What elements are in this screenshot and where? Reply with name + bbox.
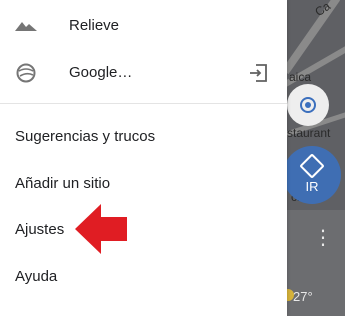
open-external-icon: [250, 64, 267, 82]
drawer-item-sugerencias[interactable]: Sugerencias y trucos: [0, 116, 287, 156]
map-label: aica: [289, 70, 312, 84]
drawer-divider: [0, 103, 287, 104]
drawer-item-ayuda[interactable]: Ayuda: [0, 256, 287, 296]
weather-temperature: 27°: [293, 289, 313, 304]
go-button-label: IR: [305, 179, 319, 194]
my-location-button[interactable]: [287, 84, 329, 126]
drawer-item-label: Añadir un sitio: [15, 175, 111, 192]
drawer-item-google-earth[interactable]: Google…: [0, 52, 287, 96]
drawer-item-label: Relieve: [69, 17, 120, 34]
drawer-item-anadir-sitio[interactable]: Añadir un sitio: [0, 162, 287, 202]
drawer-item-label: Ajustes: [15, 221, 65, 238]
drawer-item-label: Google…: [69, 64, 133, 81]
navigation-drawer: Relieve Google… Sugerencias y trucos Aña…: [0, 0, 287, 316]
globe-icon: [16, 63, 36, 83]
location-icon: [305, 102, 311, 108]
map-label: staurant: [287, 126, 331, 140]
drawer-item-label: Sugerencias y trucos: [15, 128, 156, 145]
drawer-item-label: Ayuda: [15, 268, 58, 285]
drawer-item-ajustes[interactable]: Ajustes: [0, 209, 287, 249]
terrain-icon: [15, 22, 37, 31]
drawer-item-relieve[interactable]: Relieve: [0, 0, 287, 52]
go-button[interactable]: IR: [283, 146, 341, 204]
directions-icon: [299, 153, 325, 179]
annotation-arrow-icon: [75, 204, 127, 254]
more-options-icon[interactable]: ⋮: [313, 228, 333, 248]
